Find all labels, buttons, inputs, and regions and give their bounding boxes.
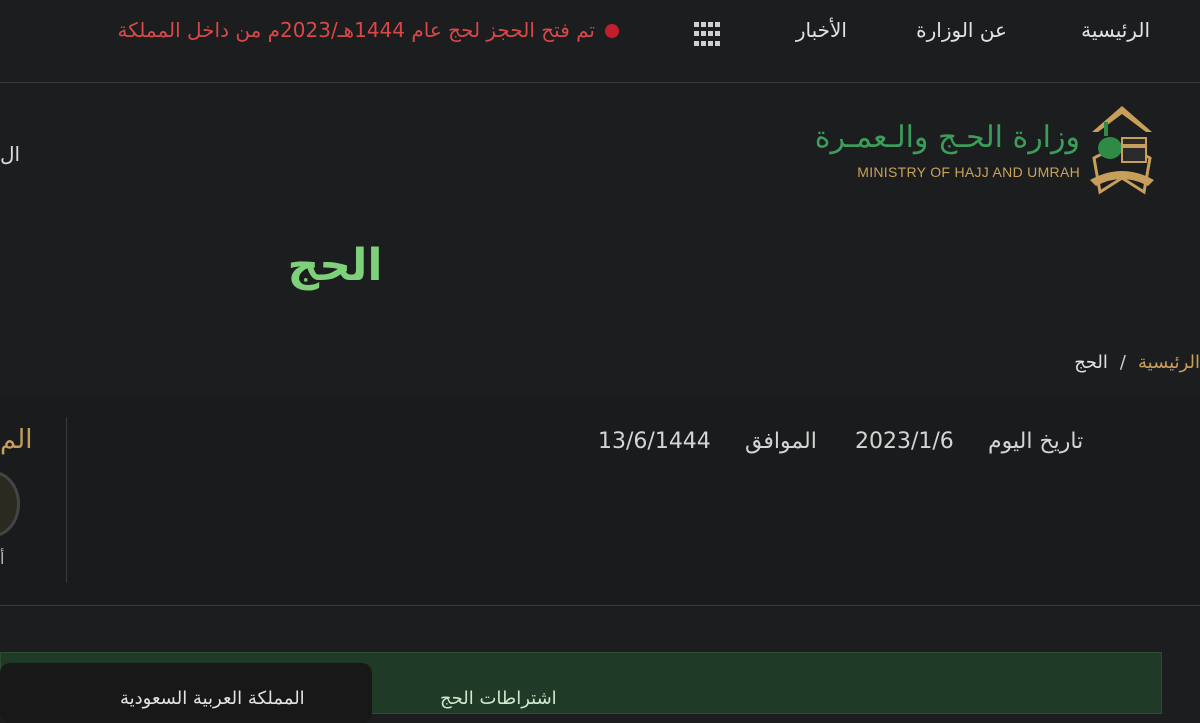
cropped-edge-text: ال <box>0 142 21 166</box>
news-ticker[interactable]: تم فتح الحجز لحج عام 1444هـ/2023م من داخ… <box>55 18 596 42</box>
top-navigation-bar: الرئيسية عن الوزارة الأخبار تم فتح الحجز… <box>0 0 1200 83</box>
side-panel-caption: أ <box>0 549 5 568</box>
breadcrumb-home-link[interactable]: الرئيسية <box>1138 352 1200 373</box>
banner-heading: اشتراطات الحج <box>440 688 557 709</box>
apps-grid-icon[interactable] <box>694 22 720 48</box>
nav-link-home[interactable]: الرئيسية <box>1081 18 1150 42</box>
today-date-label: تاريخ اليوم <box>988 429 1084 454</box>
page-title: الحج <box>287 240 383 291</box>
live-dot-icon <box>605 24 619 38</box>
nav-link-news[interactable]: الأخبار <box>796 18 847 42</box>
vertical-divider <box>66 417 67 583</box>
card-heading: المملكة العربية السعودية <box>120 688 305 709</box>
breadcrumb-current: الحج <box>1074 352 1108 373</box>
nav-link-about[interactable]: عن الوزارة <box>916 18 1007 42</box>
hijri-date: 13/6/1444 <box>598 429 711 454</box>
avatar[interactable] <box>0 471 20 537</box>
logo-arabic-text: وزارة الحـج والـعمـرة <box>814 120 1080 155</box>
kaaba-emblem-icon <box>1090 106 1154 195</box>
breadcrumb-separator: / <box>1119 352 1126 373</box>
gregorian-date: 2023/1/6 <box>855 429 954 454</box>
logo-english-text: MINISTRY OF HAJJ AND UMRAH <box>857 164 1080 180</box>
date-panel: تاريخ اليوم 2023/1/6 الموافق 13/6/1444 ا… <box>0 397 1200 606</box>
breadcrumb: الرئيسية / الحج <box>1074 352 1200 373</box>
ministry-logo[interactable]: وزارة الحـج والـعمـرة MINISTRY OF HAJJ A… <box>815 100 1166 200</box>
equivalent-label: الموافق <box>745 429 817 454</box>
side-panel-title: الم <box>0 425 33 455</box>
